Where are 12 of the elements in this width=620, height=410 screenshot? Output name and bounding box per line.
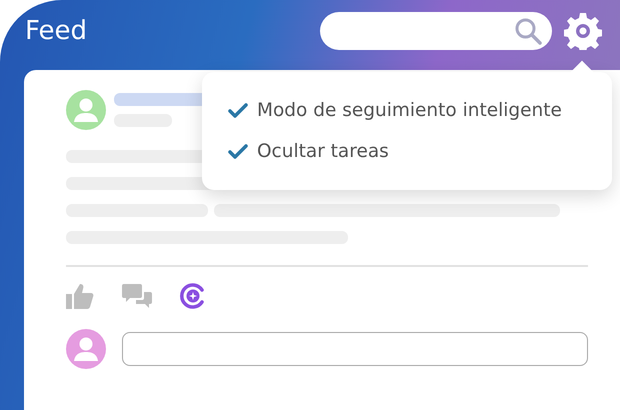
- search-icon[interactable]: [514, 17, 542, 45]
- thumbs-up-icon[interactable]: [66, 283, 94, 309]
- page-title: Feed: [25, 16, 88, 46]
- comment-field[interactable]: [122, 332, 588, 366]
- comments-icon[interactable]: [122, 284, 152, 308]
- avatar-icon: [66, 90, 106, 130]
- sparkle-circle-icon[interactable]: [180, 283, 206, 309]
- search-field[interactable]: [320, 12, 552, 50]
- menu-item[interactable]: Ocultar tareas: [228, 141, 612, 162]
- avatar-icon: [66, 329, 106, 369]
- settings-icon[interactable]: [564, 12, 602, 50]
- menu-item[interactable]: Modo de seguimiento inteligente: [228, 100, 612, 121]
